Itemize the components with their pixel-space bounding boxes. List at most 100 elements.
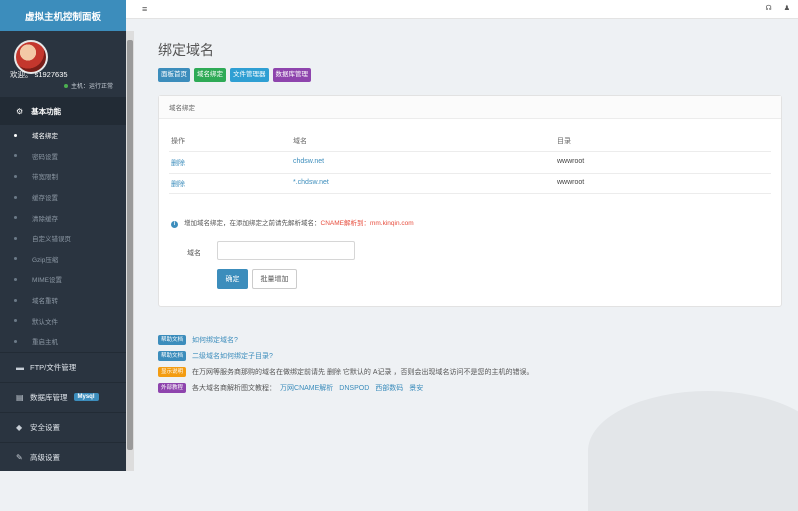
sidebar-subitem-label: 带宽限制 <box>32 174 58 182</box>
dir-cell: wwwroot <box>557 179 585 186</box>
sidebar-subitem-label: 默认文件 <box>32 318 58 326</box>
tutorial-link[interactable]: 万网CNAME解析 <box>280 383 333 393</box>
sidebar-scroll-thumb[interactable] <box>127 40 133 450</box>
domain-panel: 域名绑定 操作 域名 目录 删除 chdsw.net wwwroot 删除 *.… <box>158 95 782 307</box>
background-shape <box>588 391 798 511</box>
sidebar-subitem[interactable]: Gzip压缩 <box>0 249 126 270</box>
bullet-icon <box>14 133 17 137</box>
nav-security[interactable]: ◆ 安全设置 <box>0 411 126 442</box>
sidebar-subitem[interactable]: 缓存设置 <box>0 187 126 208</box>
sidebar-subitem-label: 清除缓存 <box>32 215 58 223</box>
app-title: 虚拟主机控制面板 <box>0 0 126 31</box>
domain-link[interactable]: *.chdsw.net <box>293 179 329 186</box>
help-tag: 帮助文档 <box>158 335 187 345</box>
user-icon[interactable]: ♟ <box>784 5 790 12</box>
sidebar-subitem-label: 重启主机 <box>32 339 58 347</box>
sidebar-subitem[interactable]: 域名绑定 <box>0 125 126 146</box>
help-line: 帮助文档 如何绑定域名? <box>158 335 244 345</box>
nav-advanced-label: 高级设置 <box>30 452 60 462</box>
bullet-icon <box>14 319 17 323</box>
mysql-badge: Mysql <box>73 393 99 402</box>
nav-ftp-label: FTP/文件管理 <box>30 362 77 372</box>
domain-input[interactable] <box>217 241 355 260</box>
help-tag: 显示说明 <box>158 367 187 377</box>
quick-button[interactable]: 域名绑定 <box>194 68 226 82</box>
quick-buttons: 面板首页 域名绑定 文件管理器 数据库管理 <box>158 68 311 82</box>
quick-button[interactable]: 面板首页 <box>158 68 190 82</box>
top-icons: ☊ ♟ <box>754 4 791 12</box>
divider <box>169 151 771 152</box>
sidebar-subitem[interactable]: 默认文件 <box>0 310 126 331</box>
help-line: 显示说明 在万网等服务商那购的域名在做绑定前请先 删除 它默认的 A记录 ，否则会… <box>158 367 533 377</box>
delete-link[interactable]: 删除 <box>171 179 185 189</box>
col-dir: 目录 <box>557 138 571 145</box>
sidebar-subitem[interactable]: 密码设置 <box>0 146 126 167</box>
nav-database[interactable]: ▤ 数据库管理 Mysql <box>0 381 126 412</box>
note-text: 增加域名绑定，在添加绑定之前请先解析域名： <box>184 220 321 227</box>
domain-label: 域名 <box>187 250 201 257</box>
sidebar-subitem-label: 密码设置 <box>32 153 58 161</box>
nav-database-label: 数据库管理 <box>30 392 68 402</box>
sidebar-subitem[interactable]: 带宽限制 <box>0 166 126 187</box>
quick-button[interactable]: 数据库管理 <box>272 68 311 82</box>
database-icon: ▤ <box>16 392 24 402</box>
menu-toggle-icon[interactable]: ≡ <box>142 4 147 14</box>
shield-icon: ◆ <box>16 422 23 432</box>
gears-icon: ⚙ <box>16 106 24 116</box>
bullet-icon <box>14 195 17 199</box>
sidebar-subitem[interactable]: 清除缓存 <box>0 207 126 228</box>
bullet-icon <box>14 298 17 302</box>
nav-section-label: 基本功能 <box>31 106 62 116</box>
batch-add-button[interactable]: 批量增加 <box>252 269 297 289</box>
nav-security-label: 安全设置 <box>30 422 60 432</box>
col-domain: 域名 <box>293 138 307 145</box>
help-tag: 外部教程 <box>158 383 187 393</box>
sidebar-subitem[interactable]: 域名重转 <box>0 290 126 311</box>
tutorial-link[interactable]: DNSPOD <box>339 385 369 392</box>
sidebar-subitem-label: MIME设置 <box>32 277 62 285</box>
divider <box>169 173 771 174</box>
bullet-icon <box>14 154 17 158</box>
domain-link[interactable]: chdsw.net <box>293 158 324 165</box>
nav-section-basic[interactable]: ⚙ 基本功能 <box>0 97 126 125</box>
top-bar: ≡ ☊ ♟ <box>126 0 798 19</box>
headset-icon[interactable]: ☊ <box>766 5 772 12</box>
sidebar-subitem-label: 自定义错误页 <box>32 236 71 244</box>
sidebar-subitem[interactable]: 自定义错误页 <box>0 228 126 249</box>
help-line: 帮助文档 二级域名如何绑定子目录? <box>158 351 279 361</box>
help-tag: 帮助文档 <box>158 351 187 361</box>
edit-icon: ✎ <box>16 452 23 462</box>
sidebar-subitem-label: 域名重转 <box>32 298 58 306</box>
sidebar-subitem[interactable]: MIME设置 <box>0 269 126 290</box>
help-text: 各大域名商解析图文教程： <box>192 385 277 392</box>
bullet-icon <box>14 236 17 240</box>
bullet-icon <box>14 257 17 261</box>
help-line: 外部教程 各大域名商解析图文教程： 万网CNAME解析 DNSPOD 西部数码 景安 <box>158 383 429 393</box>
page-title: 绑定域名 <box>158 42 214 58</box>
nav-advanced[interactable]: ✎ 高级设置 <box>0 441 126 472</box>
status-dot-icon <box>64 84 68 89</box>
bullet-icon <box>14 277 17 281</box>
sidebar-subitem-label: 缓存设置 <box>32 195 58 203</box>
delete-link[interactable]: 删除 <box>171 158 185 168</box>
help-link[interactable]: 二级域名如何绑定子目录? <box>192 351 273 361</box>
col-action: 操作 <box>171 138 185 145</box>
bind-note: i 增加域名绑定，在添加绑定之前请先解析域名：CNAME解析到：mm.kinqin… <box>171 217 414 228</box>
bullet-icon <box>14 174 17 178</box>
tutorial-link[interactable]: 西部数码 <box>375 383 403 393</box>
nav-ftp[interactable]: ▬ FTP/文件管理 <box>0 351 126 382</box>
sidebar-nav: ⚙ 基本功能 域名绑定密码设置带宽限制缓存设置清除缓存自定义错误页 Gzip压缩 MI… <box>0 97 126 472</box>
confirm-button[interactable]: 确定 <box>217 269 248 289</box>
tutorial-link[interactable]: 景安 <box>409 383 423 393</box>
note-highlight: CNAME解析到：mm.kinqin.com <box>320 220 414 227</box>
quick-button[interactable]: 文件管理器 <box>230 68 269 82</box>
info-icon: i <box>171 221 178 228</box>
help-link[interactable]: 如何绑定域名? <box>192 335 238 345</box>
bullet-icon <box>14 339 17 343</box>
panel-heading: 域名绑定 <box>159 96 781 119</box>
divider <box>169 193 771 194</box>
sidebar-subitem-label: 域名绑定 <box>32 133 58 141</box>
sidebar-subitem[interactable]: 重启主机 <box>0 331 126 352</box>
host-status: 主机：运行正常 <box>64 81 113 90</box>
sidebar-subitem-label: Gzip压缩 <box>32 256 59 264</box>
